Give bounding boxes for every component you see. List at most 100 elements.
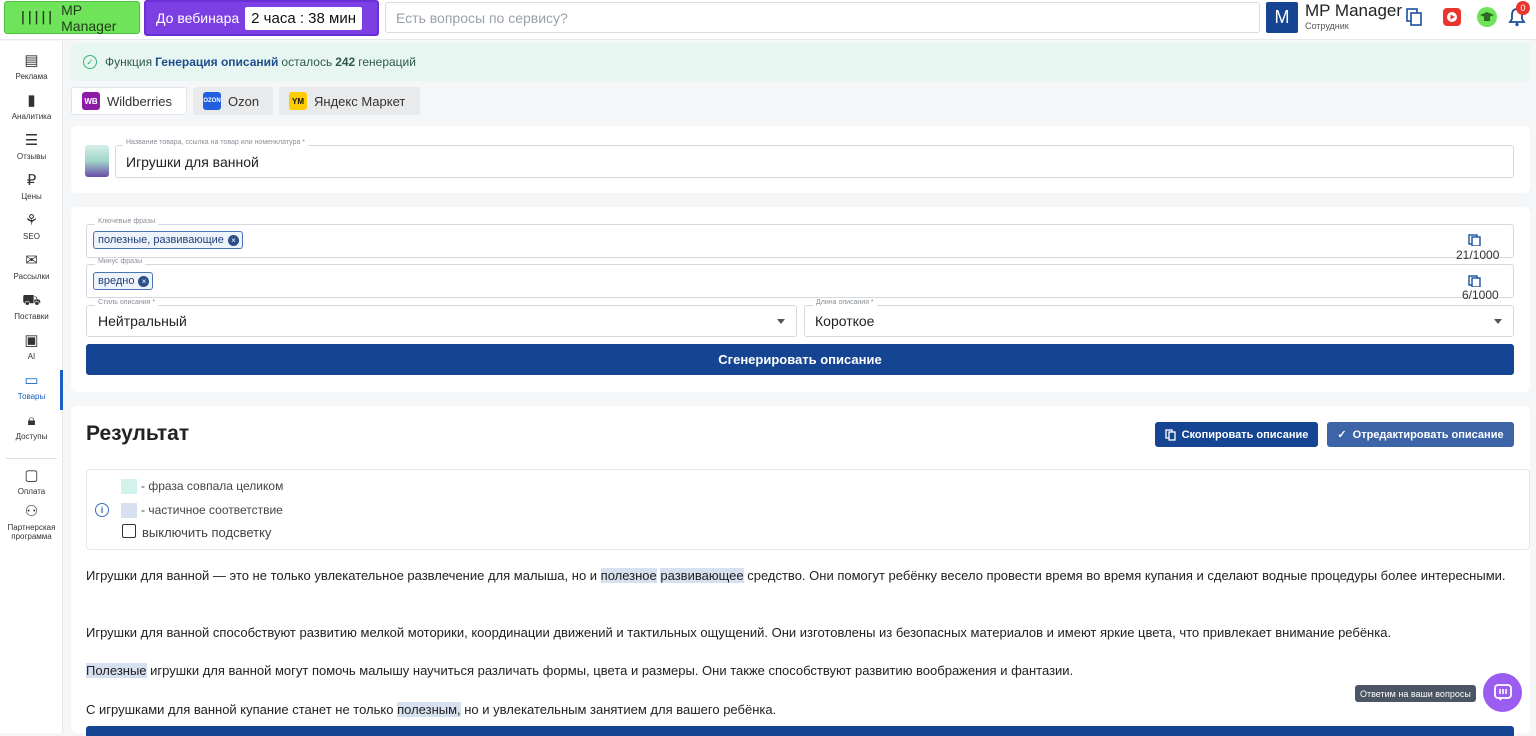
sidebar-item-prices[interactable]: ₽ Цены — [0, 172, 63, 212]
video-icon[interactable] — [1441, 6, 1463, 28]
copy-icon — [1164, 428, 1176, 441]
product-name-label: Название товара, ссылка на товар или ном… — [123, 139, 309, 146]
sidebar-item-access[interactable]: 🔒︎ Доступы — [0, 412, 63, 452]
notification-badge: 0 — [1516, 1, 1530, 15]
sidebar-item-supplies[interactable]: ⛟ Поставки — [0, 292, 63, 332]
legend-partial-match: - частичное соответствие — [141, 503, 283, 517]
webinar-timer: 2 часа : 38 мин — [245, 6, 362, 30]
check-icon: ✓ — [1337, 429, 1347, 441]
tab-label: Ozon — [228, 93, 260, 109]
style-label: Стиль описания * — [95, 299, 159, 306]
product-image — [85, 145, 109, 177]
sidebar-item-mailings[interactable]: ✉ Рассылки — [0, 252, 63, 292]
edit-description-button[interactable]: ✓ Отредактировать описание — [1327, 422, 1514, 447]
style-value: Нейтральный — [98, 313, 187, 329]
mail-icon: ✉ — [25, 252, 38, 269]
keywords-field[interactable] — [86, 224, 1514, 258]
remove-chip-icon[interactable]: × — [138, 275, 150, 287]
sidebar-item-partners[interactable]: ⚇ Партнерская программа — [0, 503, 63, 553]
sidebar-item-label: Отзывы — [16, 152, 47, 161]
sidebar-item-analytics[interactable]: ▮ Аналитика — [0, 92, 63, 132]
remove-chip-icon[interactable]: × — [227, 234, 239, 246]
sidebar-divider — [6, 458, 57, 459]
length-select[interactable] — [804, 305, 1514, 337]
text-segment: но и увлекательным занятием для вашего р… — [460, 702, 777, 717]
highlighted-phrase: Полезные — [86, 663, 147, 678]
product-name-field[interactable] — [115, 145, 1514, 178]
description-paragraph: Игрушки для ванной — это не только увлек… — [86, 566, 1526, 585]
disable-highlight-checkbox[interactable] — [122, 524, 136, 538]
banner-middle: осталось — [281, 55, 333, 69]
sidebar-item-label: Рассылки — [13, 272, 50, 281]
reviews-icon: ☰ — [24, 132, 39, 149]
copy-description-label: Скопировать описание — [1181, 428, 1309, 441]
sidebar-item-label: Поставки — [14, 312, 49, 321]
logo-button[interactable]: ||||| MP Manager — [4, 1, 140, 34]
chat-icon — [1493, 683, 1512, 701]
full-match-swatch — [121, 479, 137, 494]
sidebar-item-reviews[interactable]: ☰ Отзывы — [0, 132, 63, 172]
webinar-label: До вебинара — [156, 10, 240, 26]
sidebar-item-label: Доступы — [15, 432, 48, 441]
ruble-icon: ₽ — [26, 172, 37, 189]
highlighted-phrase: полезное — [600, 568, 657, 583]
avatar[interactable]: M — [1266, 2, 1298, 33]
tab-yandex-market[interactable]: YM Яндекс Маркет — [279, 87, 420, 115]
banner-count: 242 — [335, 55, 356, 69]
ozon-logo-icon: OZON — [203, 92, 221, 110]
logo-label: MP Manager — [61, 1, 117, 34]
partners-icon: ⚇ — [24, 503, 39, 520]
minus-phrase-chip[interactable]: вредно × — [93, 272, 154, 290]
text-segment: С игрушками для ванной купание станет не… — [86, 702, 398, 717]
text-segment: Игрушки для ванной — это не только увлек… — [86, 568, 601, 583]
tab-wildberries[interactable]: WB Wildberries — [71, 87, 187, 115]
banner-prefix: Функция — [105, 55, 153, 69]
copy-keywords-icon[interactable] — [1468, 234, 1482, 247]
ads-icon: ▤ — [24, 52, 39, 69]
generations-banner: ✓ Функция Генерация описаний осталось 24… — [71, 43, 1530, 81]
product-name-value: Игрушки для ванной — [126, 154, 259, 170]
tab-ozon[interactable]: OZON Ozon — [193, 87, 273, 115]
disable-highlight-label: выключить подсветку — [142, 525, 272, 540]
wildberries-logo-icon: WB — [82, 92, 100, 110]
sidebar-item-payment[interactable]: ▢ Оплата — [0, 467, 63, 507]
chevron-down-icon[interactable] — [1494, 319, 1502, 324]
webinar-countdown[interactable]: До вебинара 2 часа : 38 мин — [144, 0, 379, 36]
user-name[interactable]: MP Manager — [1305, 1, 1402, 21]
highlight-legend — [86, 469, 1530, 550]
sidebar-item-ai[interactable]: ▣ AI — [0, 332, 63, 372]
chevron-down-icon[interactable] — [777, 319, 785, 324]
sidebar-item-label: SEO — [23, 232, 40, 241]
keyword-chip[interactable]: полезные, развивающие × — [93, 231, 243, 249]
sidebar-item-seo[interactable]: ⚘ SEO — [0, 212, 63, 252]
tab-label: Wildberries — [107, 93, 173, 109]
sidebar-item-label: Товары — [17, 392, 46, 401]
length-label: Длина описания * — [813, 299, 877, 306]
bottom-action-bar[interactable] — [86, 726, 1514, 736]
copy-icon[interactable] — [1403, 6, 1425, 28]
sidebar: ▤ Реклама ▮ Аналитика ☰ Отзывы ₽ Цены ⚘ … — [0, 41, 63, 733]
sidebar-item-ads[interactable]: ▤ Реклама — [0, 52, 63, 92]
barcode-icon: ||||| — [19, 10, 54, 25]
minus-phrases-field[interactable] — [86, 264, 1514, 298]
text-segment: средство. Они помогут ребёнку весело про… — [743, 568, 1506, 583]
sidebar-item-label: Реклама — [15, 72, 48, 81]
help-chat-button[interactable] — [1483, 673, 1522, 712]
sidebar-item-products[interactable]: ▭ Товары — [0, 372, 63, 412]
minus-phrases-label: Минус фразы — [95, 258, 146, 265]
description-paragraph: С игрушками для ванной купание станет не… — [86, 700, 1526, 719]
chip-label: полезные, развивающие — [98, 234, 224, 246]
generate-button[interactable]: Сгенерировать описание — [86, 344, 1514, 375]
search-input[interactable]: Есть вопросы по сервису? — [385, 2, 1260, 33]
academy-icon[interactable] — [1476, 6, 1498, 28]
result-title: Результат — [86, 422, 190, 445]
partial-match-swatch — [121, 503, 137, 518]
keywords-label: Ключевые фразы — [95, 218, 159, 225]
wallet-icon: ▢ — [24, 467, 39, 484]
highlighted-phrase: полезным, — [397, 702, 461, 717]
chip-label: вредно — [98, 275, 135, 287]
copy-description-button[interactable]: Скопировать описание — [1155, 422, 1318, 447]
style-select[interactable] — [86, 305, 797, 337]
copy-minus-icon[interactable] — [1468, 275, 1482, 288]
length-value: Короткое — [815, 313, 875, 329]
